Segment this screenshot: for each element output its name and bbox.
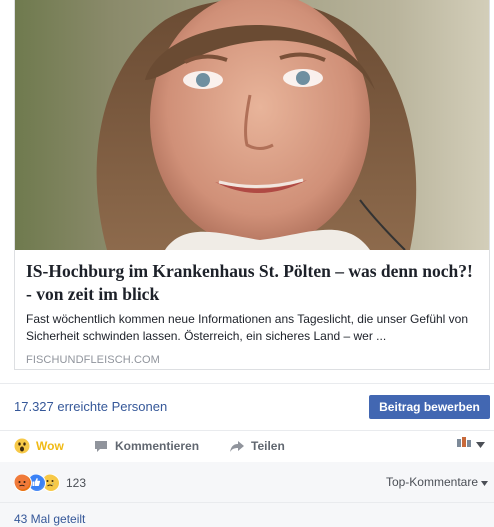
shares-bar: 43 Mal geteilt bbox=[0, 502, 494, 527]
reaction-summary: 123 Top-Kommentare bbox=[0, 462, 494, 502]
comment-button[interactable]: Kommentieren bbox=[93, 438, 199, 454]
reaction-icons[interactable]: 123 bbox=[14, 474, 86, 492]
comment-icon bbox=[93, 438, 109, 454]
promotion-bar: 17.327 erreichte Personen Beitrag bewerb… bbox=[0, 383, 494, 431]
boost-post-button[interactable]: Beitrag bewerben bbox=[369, 395, 490, 419]
reaction-count[interactable]: 123 bbox=[66, 476, 86, 490]
reaction-label: Wow bbox=[36, 439, 64, 453]
share-button[interactable]: Teilen bbox=[229, 438, 285, 454]
angry-icon bbox=[14, 474, 32, 492]
post-as-selector[interactable] bbox=[457, 437, 485, 452]
link-preview-card[interactable]: IS-Hochburg im Krankenhaus St. Pölten – … bbox=[14, 0, 490, 370]
preview-text[interactable]: IS-Hochburg im Krankenhaus St. Pölten – … bbox=[15, 250, 489, 370]
reach-count[interactable]: 17.327 erreichte Personen bbox=[14, 399, 167, 414]
preview-title[interactable]: IS-Hochburg im Krankenhaus St. Pölten – … bbox=[26, 260, 478, 306]
reaction-button[interactable]: Wow bbox=[14, 438, 64, 454]
comment-label: Kommentieren bbox=[115, 439, 200, 453]
preview-image[interactable] bbox=[15, 0, 489, 250]
chevron-down-icon bbox=[476, 439, 485, 451]
preview-description: Fast wöchentlich kommen neue Information… bbox=[26, 312, 469, 343]
chevron-down-icon bbox=[481, 475, 488, 489]
action-bar: Wow Kommentieren Teilen bbox=[0, 430, 494, 463]
page-switch-icon bbox=[457, 437, 473, 452]
preview-domain: FISCHUNDFLEISCH.COM bbox=[26, 354, 160, 366]
sort-label: Top-Kommentare bbox=[385, 475, 478, 489]
portrait-photo bbox=[15, 0, 489, 250]
share-icon bbox=[229, 438, 245, 454]
wow-icon bbox=[14, 438, 30, 454]
share-count[interactable]: 43 Mal geteilt bbox=[14, 512, 85, 526]
share-label: Teilen bbox=[251, 439, 285, 453]
comment-sort-dropdown[interactable]: Top-Kommentare bbox=[386, 475, 488, 489]
